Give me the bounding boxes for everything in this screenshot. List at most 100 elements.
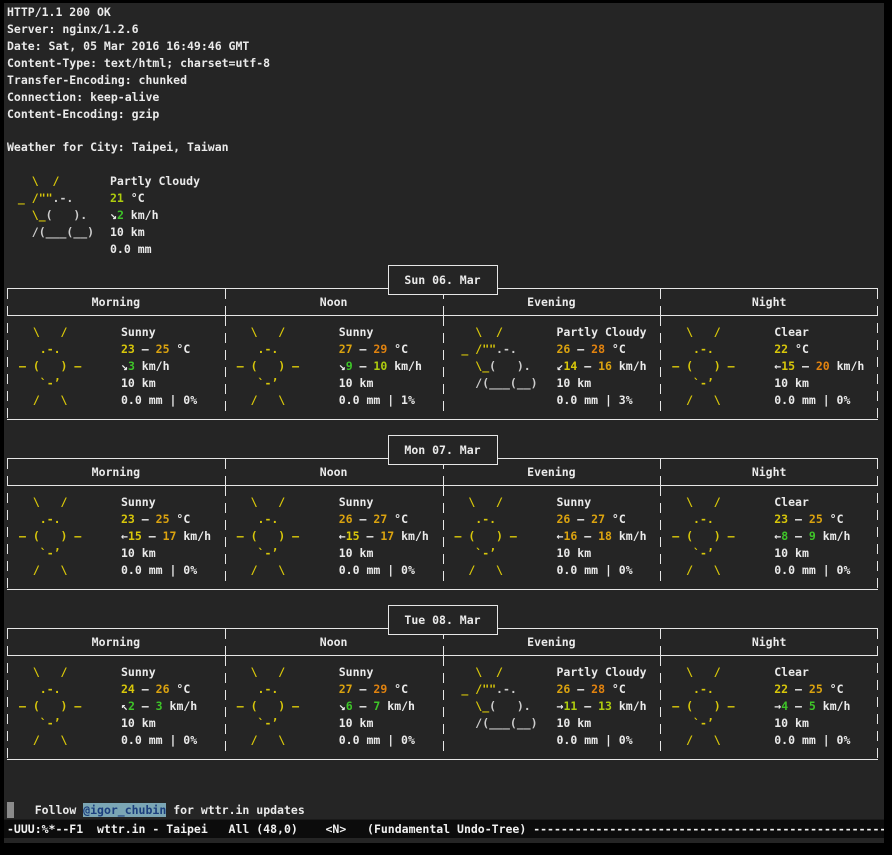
sunny-icon: \ / .-.– ( ) – `-’ / \: [237, 494, 299, 579]
condition-label: Clear: [774, 494, 850, 511]
sunny-icon: \ / .-.– ( ) – `-’ / \: [19, 494, 81, 579]
forecast-day: Tue 08. Mar MorningNoonEveningNight \ / …: [7, 605, 878, 761]
precipitation-value: 0.0 mm: [110, 241, 200, 258]
wind-value: ←8 – 9 km/h: [774, 528, 850, 545]
forecast-cell-text: Sunny23 – 25 °C←15 – 17 km/h10 km0.0 mm …: [121, 494, 211, 579]
temperature-value: 22 °C: [774, 341, 864, 358]
forecast-cell-text: Sunny27 – 29 °C↘6 – 7 km/h10 km0.0 mm | …: [339, 664, 415, 749]
terminal-screen: HTTP/1.1 200 OK Server: nginx/1.2.6 Date…: [4, 3, 884, 843]
forecast-cell: \ / .-.– ( ) – `-’ / \ Sunny23 – 25 °C←15…: [7, 486, 225, 588]
precipitation-value: 0.0 mm | 0%: [557, 732, 647, 749]
condition-label: Partly Cloudy: [557, 324, 647, 341]
wind-value: ↘3 km/h: [121, 358, 197, 375]
wind-value: ←15 – 17 km/h: [339, 528, 429, 545]
temperature-value: 26 – 27 °C: [557, 511, 647, 528]
precipitation-value: 0.0 mm | 3%: [557, 392, 647, 409]
forecast-cell-text: Sunny26 – 27 °C←16 – 18 km/h10 km0.0 mm …: [557, 494, 647, 579]
temperature-value: 23 – 25 °C: [121, 341, 197, 358]
forecast-date: Mon 07. Mar: [404, 443, 480, 457]
sunny-icon: \ / .-.– ( ) – `-’ / \: [237, 324, 299, 409]
temperature-value: 23 – 25 °C: [774, 511, 850, 528]
emacs-modeline[interactable]: -UUU:%*--F1 wttr.in - Taipei All (48,0) …: [4, 819, 884, 838]
forecast-cell: \ / .-.– ( ) – `-’ / \ Sunny27 – 29 °C↘9 …: [225, 316, 443, 418]
clear-icon: \ / .-.– ( ) – `-’ / \: [672, 664, 734, 749]
current-conditions-text: Partly Cloudy 21 °C ↘2 km/h 10 km 0.0 mm: [110, 173, 200, 258]
wind-value: ←16 – 18 km/h: [557, 528, 647, 545]
http-header-line: HTTP/1.1 200 OK: [7, 4, 270, 21]
condition-label: Sunny: [557, 494, 647, 511]
forecast-cell-text: Partly Cloudy26 – 28 °C→11 – 13 km/h10 k…: [557, 664, 647, 749]
forecast-day: Mon 07. Mar MorningNoonEveningNight \ / …: [7, 435, 878, 591]
wind-value: ↖2 – 3 km/h: [121, 698, 197, 715]
temperature-value: 26 – 28 °C: [557, 681, 647, 698]
forecast-date-box: Sun 06. Mar: [388, 265, 498, 295]
follow-prefix: Follow: [35, 803, 83, 817]
forecast-cell: \ / .-.– ( ) – `-’ / \Sunny23 – 25 °C↘3 …: [7, 316, 225, 418]
condition-label: Partly Cloudy: [557, 664, 647, 681]
sunny-icon: \ / .-.– ( ) – `-’ / \: [455, 494, 517, 579]
wind-value: ←15 – 17 km/h: [121, 528, 211, 545]
condition-label: Sunny: [121, 664, 197, 681]
column-header-morning: Morning: [7, 289, 225, 315]
forecast-cell-text: Clear22 °C←15 – 20 km/h10 km0.0 mm | 0%: [774, 324, 864, 409]
partly-cloudy-icon: \ / _ /"".-. \_( ). /(___(__): [11, 173, 94, 241]
forecast-cell: \ / _ /"".-. \_( ). /(___(__) Partly Clou…: [443, 316, 661, 418]
forecast-day: Sun 06. Mar MorningNoonEveningNight \ / …: [7, 265, 878, 421]
forecast-date-box: Mon 07. Mar: [388, 435, 498, 465]
visibility-value: 10 km: [121, 545, 211, 562]
forecast-table-body: \ / .-.– ( ) – `-’ / \Sunny23 – 25 °C↘3 …: [7, 316, 878, 418]
precipitation-value: 0.0 mm | 0%: [774, 392, 864, 409]
column-header-night: Night: [660, 289, 878, 315]
partly-cloudy-icon: \ / _ /"".-. \_( ). /(___(__): [455, 664, 538, 732]
sunny-icon: \ / .-.– ( ) – `-’ / \: [19, 664, 81, 749]
temperature-value: 22 – 25 °C: [774, 681, 850, 698]
http-header-line: Content-Encoding: gzip: [7, 106, 270, 123]
precipitation-value: 0.0 mm | 0%: [774, 562, 850, 579]
visibility-value: 10 km: [339, 545, 429, 562]
condition-label: Sunny: [121, 494, 211, 511]
clear-icon: \ / .-.– ( ) – `-’ / \: [672, 324, 734, 409]
forecast-cell: \ / .-.– ( ) – `-’ / \ Sunny26 – 27 °C←16…: [443, 486, 661, 588]
http-response-headers: HTTP/1.1 200 OK Server: nginx/1.2.6 Date…: [7, 4, 270, 123]
partly-cloudy-icon: \ / _ /"".-. \_( ). /(___(__): [455, 324, 538, 392]
http-header-line: Transfer-Encoding: chunked: [7, 72, 270, 89]
temperature-value: 24 – 26 °C: [121, 681, 197, 698]
http-header-line: Server: nginx/1.2.6: [7, 21, 270, 38]
wind-value: ←15 – 20 km/h: [774, 358, 864, 375]
visibility-value: 10 km: [339, 375, 422, 392]
visibility-value: 10 km: [339, 715, 415, 732]
temperature-value: 27 – 29 °C: [339, 681, 415, 698]
forecast-cell: \ / .-.– ( ) – `-’ / \Sunny27 – 29 °C↘6 …: [225, 656, 443, 758]
visibility-value: 10 km: [774, 715, 850, 732]
column-header-night: Night: [660, 629, 878, 655]
visibility-value: 10 km: [774, 545, 850, 562]
forecast-date: Sun 06. Mar: [404, 273, 480, 287]
wind-value: ↘2 km/h: [110, 207, 200, 224]
forecast-cell: \ / .-.– ( ) – `-’ / \Sunny26 – 27 °C←15…: [225, 486, 443, 588]
forecast-cell-text: Partly Cloudy26 – 28 °C↙14 – 16 km/h10 k…: [557, 324, 647, 409]
condition-label: Clear: [774, 664, 850, 681]
condition-label: Sunny: [339, 494, 429, 511]
follow-suffix: for wttr.in updates: [166, 803, 304, 817]
visibility-value: 10 km: [557, 545, 647, 562]
http-header-line: Connection: keep-alive: [7, 89, 270, 106]
forecast-cell-text: Sunny24 – 26 °C↖2 – 3 km/h10 km0.0 mm | …: [121, 664, 197, 749]
forecast-cell-text: Sunny27 – 29 °C↘9 – 10 km/h10 km0.0 mm |…: [339, 324, 422, 409]
wind-value: →11 – 13 km/h: [557, 698, 647, 715]
condition-label: Sunny: [339, 664, 415, 681]
forecast-cell: \ / .-.– ( ) – `-’ / \ Clear22 °C←15 – 20…: [660, 316, 878, 418]
terminal-cursor: [7, 802, 14, 818]
forecast-cell: \ / .-.– ( ) – `-’ / \ Clear22 – 25 °C→4 …: [660, 656, 878, 758]
forecast-cell-text: Clear22 – 25 °C→4 – 5 km/h10 km0.0 mm | …: [774, 664, 850, 749]
forecast-cell: \ / .-.– ( ) – `-’ / \ Clear23 – 25 °C←8 …: [660, 486, 878, 588]
http-header-line: Date: Sat, 05 Mar 2016 16:49:46 GMT: [7, 38, 270, 55]
visibility-value: 10 km: [557, 715, 647, 732]
forecast-cell-text: Clear23 – 25 °C←8 – 9 km/h10 km0.0 mm | …: [774, 494, 850, 579]
column-header-morning: Morning: [7, 459, 225, 485]
temperature-value: 27 – 29 °C: [339, 341, 422, 358]
forecast-table: MorningNoonEveningNight \ / .-.– ( ) – `…: [7, 288, 878, 420]
precipitation-value: 0.0 mm | 0%: [121, 562, 211, 579]
visibility-value: 10 km: [121, 715, 197, 732]
clear-icon: \ / .-.– ( ) – `-’ / \: [672, 494, 734, 579]
twitter-handle-link[interactable]: @igor_chubin: [83, 803, 166, 817]
